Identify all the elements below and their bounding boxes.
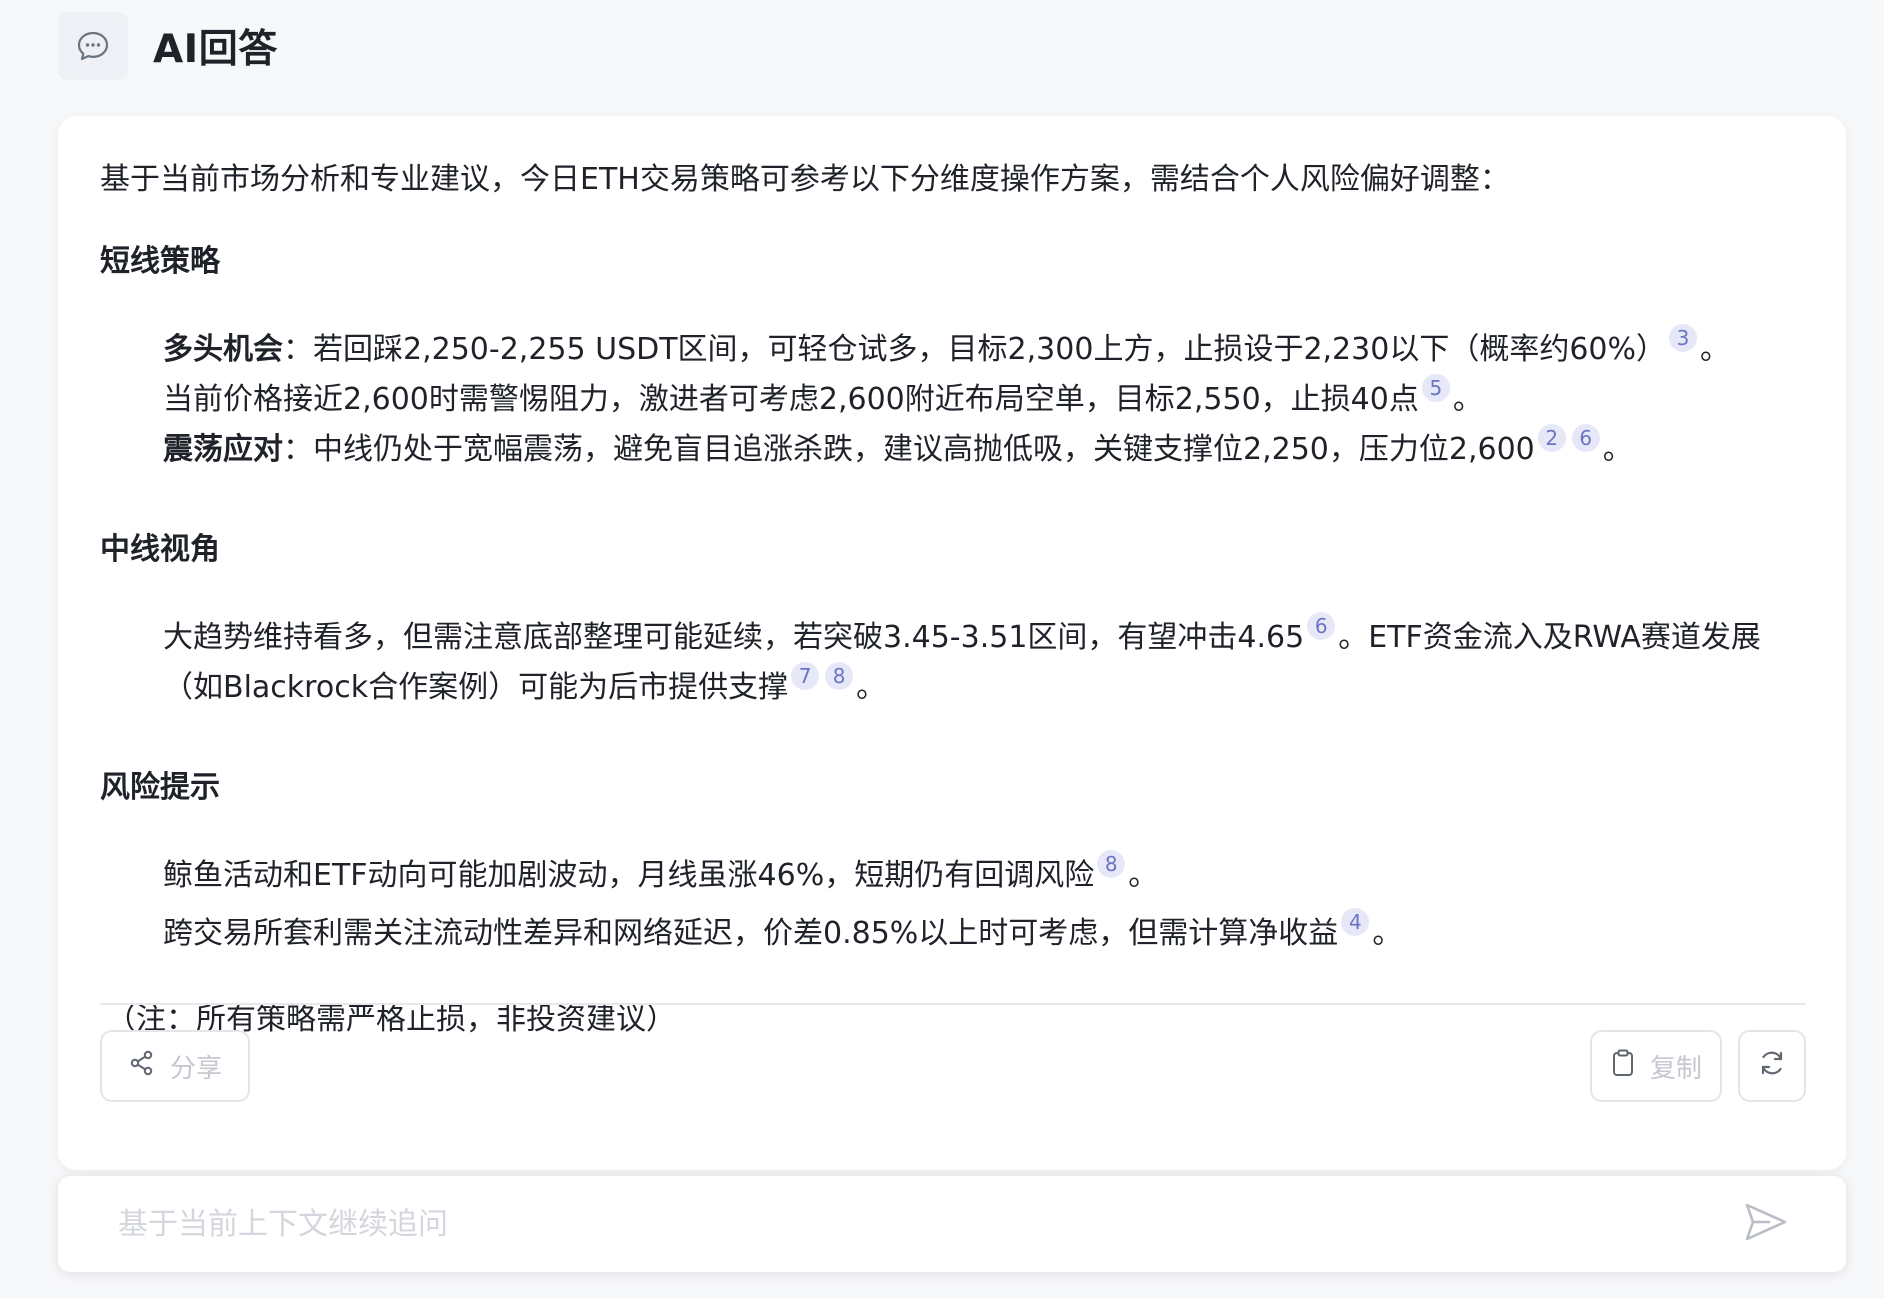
copy-button[interactable]: 复制 (1590, 1030, 1722, 1102)
item-label: 震荡应对 (163, 432, 283, 467)
item-text: 大趋势维持看多，但需注意底部整理可能延续，若突破3.45-3.51区间，有望冲击… (163, 620, 1305, 655)
copy-label: 复制 (1649, 1053, 1702, 1084)
citation-badge[interactable]: 4 (1341, 908, 1370, 936)
citation-badge[interactable]: 2 (1537, 424, 1566, 452)
followup-input[interactable] (116, 1205, 1742, 1243)
chat-bubble-icon (58, 12, 128, 80)
list-item: 大趋势维持看多，但需注意底部整理可能延续，若突破3.45-3.51区间，有望冲击… (163, 612, 1810, 712)
refresh-button[interactable] (1738, 1030, 1806, 1102)
list-item: 鲸鱼活动和ETF动向可能加剧波动，月线虽涨46%，短期仍有回调风险 8。 (163, 850, 1810, 900)
item-tail: 。 (1700, 332, 1731, 367)
item-text: 当前价格接近2,600时需警惕阻力，激进者可考虑2,600附近布局空单，目标2,… (163, 382, 1419, 417)
share-label: 分享 (169, 1053, 222, 1084)
list-item: 多头机会：若回踩2,250-2,255 USDT区间，可轻仓试多，目标2,300… (163, 324, 1810, 374)
section-title-mid-term: 中线视角 (100, 532, 220, 567)
item-text: ：中线仍处于宽幅震荡，避免盲目追涨杀跌，建议高抛低吸，关键支撑位2,250，压力… (283, 432, 1535, 467)
citation-badge[interactable]: 7 (791, 662, 820, 690)
list-item: 震荡应对：中线仍处于宽幅震荡，避免盲目追涨杀跌，建议高抛低吸，关键支撑位2,25… (163, 424, 1810, 474)
citation-badge[interactable]: 3 (1669, 324, 1698, 352)
share-icon (128, 1049, 156, 1084)
item-tail: 。 (856, 670, 887, 705)
followup-bar (58, 1176, 1846, 1272)
citation-badge[interactable]: 6 (1571, 424, 1600, 452)
item-text: ：若回踩2,250-2,255 USDT区间，可轻仓试多，目标2,300上方，止… (283, 332, 1667, 367)
section-body-risk: 鲸鱼活动和ETF动向可能加剧波动，月线虽涨46%，短期仍有回调风险 8。 跨交易所… (163, 850, 1810, 958)
send-button[interactable] (1742, 1200, 1790, 1248)
citation-badge[interactable]: 8 (825, 662, 854, 690)
answer-intro: 基于当前市场分析和专业建议，今日ETH交易策略可参考以下分维度操作方案，需结合个… (100, 162, 1510, 197)
item-tail: 。 (1128, 858, 1159, 893)
section-title-risk: 风险提示 (100, 770, 220, 805)
share-button[interactable]: 分享 (100, 1030, 250, 1102)
answer-card: 基于当前市场分析和专业建议，今日ETH交易策略可参考以下分维度操作方案，需结合个… (58, 116, 1846, 1170)
section-body-mid-term: 大趋势维持看多，但需注意底部整理可能延续，若突破3.45-3.51区间，有望冲击… (163, 612, 1810, 712)
citation-badge[interactable]: 6 (1307, 612, 1336, 640)
item-tail: 。 (1372, 916, 1403, 951)
section-body-short-term: 多头机会：若回踩2,250-2,255 USDT区间，可轻仓试多，目标2,300… (163, 324, 1810, 474)
item-label: 多头机会 (163, 332, 283, 367)
item-tail: 。 (1602, 432, 1633, 467)
item-text: 鲸鱼活动和ETF动向可能加剧波动，月线虽涨46%，短期仍有回调风险 (163, 858, 1095, 893)
answer-content: 基于当前市场分析和专业建议，今日ETH交易策略可参考以下分维度操作方案，需结合个… (100, 156, 1810, 1044)
citation-badge[interactable]: 8 (1097, 850, 1126, 878)
page-title: AI回答 (153, 27, 278, 72)
item-tail: 。 (1452, 382, 1483, 417)
divider (100, 1003, 1806, 1005)
list-item: 跨交易所套利需关注流动性差异和网络延迟，价差0.85%以上时可考虑，但需计算净收… (163, 908, 1810, 958)
send-icon (1743, 1201, 1789, 1247)
answer-header: AI回答 (58, 12, 278, 80)
item-text: 跨交易所套利需关注流动性差异和网络延迟，价差0.85%以上时可考虑，但需计算净收… (163, 916, 1339, 951)
list-item: 当前价格接近2,600时需警惕阻力，激进者可考虑2,600附近布局空单，目标2,… (163, 374, 1810, 424)
citation-badge[interactable]: 5 (1421, 374, 1450, 402)
ai-answer-page: AI回答 基于当前市场分析和专业建议，今日ETH交易策略可参考以下分维度操作方案… (0, 0, 1884, 1298)
section-title-short-term: 短线策略 (100, 244, 220, 279)
refresh-icon (1757, 1048, 1787, 1085)
clipboard-icon (1610, 1048, 1636, 1085)
